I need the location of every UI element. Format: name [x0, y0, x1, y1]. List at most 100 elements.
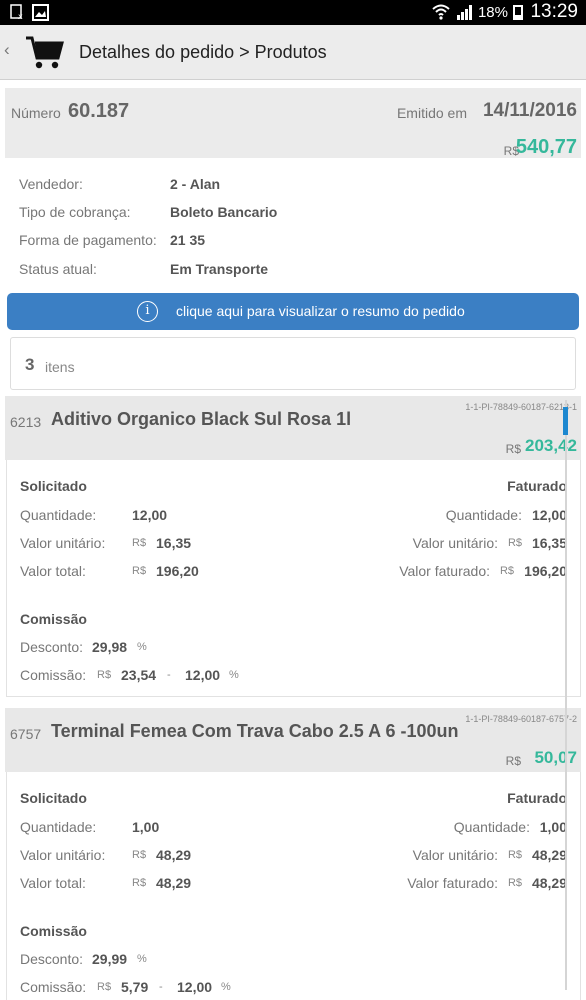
valor-unitario-faturado-value: 48,29: [531, 847, 567, 863]
solicitado-title: Solicitado: [20, 478, 87, 494]
valor-unitario-currency: R$: [132, 537, 147, 549]
product-currency: R$: [505, 442, 521, 456]
comissao-percent-sign: %: [221, 981, 231, 993]
product-currency: R$: [505, 754, 521, 768]
product-details-card: Solicitado Faturado Quantidade: 1,00 Qua…: [6, 772, 581, 1000]
product-code: 6213: [10, 414, 42, 430]
status-label: Status atual:: [19, 261, 97, 277]
forma-pagamento-label: Forma de pagamento:: [19, 232, 157, 248]
faturado-title: Faturado: [507, 478, 567, 494]
image-icon: [32, 4, 49, 24]
notification-icon: x: [10, 4, 26, 23]
wifi-icon: [432, 4, 450, 20]
product-header[interactable]: 6757 Terminal Femea Com Trava Cabo 2.5 A…: [5, 708, 581, 772]
quantidade-faturado-label: Quantidade:: [445, 507, 522, 523]
comissao-percent-value: 12,00: [185, 667, 221, 683]
valor-faturado-currency: R$: [507, 877, 522, 889]
comissao-dash: -: [167, 669, 171, 681]
product-name: Terminal Femea Com Trava Cabo 2.5 A 6 -1…: [51, 721, 459, 741]
quantidade-faturado-value: 12,00: [531, 507, 567, 523]
quantidade-label: Quantidade:: [20, 507, 97, 523]
valor-unitario-label: Valor unitário:: [20, 535, 106, 551]
battery-percent: 18%: [477, 4, 508, 21]
info-icon: i: [137, 301, 158, 322]
comissao-title: Comissão: [20, 611, 87, 627]
product-header[interactable]: 6213 Aditivo Organico Black Sul Rosa 1l …: [5, 396, 581, 460]
valor-unitario-label: Valor unitário:: [20, 847, 106, 863]
status-value: Em Transporte: [170, 261, 269, 277]
quantidade-faturado-value: 1,00: [539, 819, 567, 835]
quantidade-label: Quantidade:: [20, 819, 97, 835]
product-code: 6757: [10, 726, 42, 742]
items-label: itens: [45, 359, 75, 375]
faturado-title: Faturado: [507, 790, 567, 806]
desconto-percent: %: [137, 953, 147, 965]
order-total: 540,77: [515, 136, 577, 158]
scrollbar-track[interactable]: [565, 400, 567, 990]
comissao-currency: R$: [97, 669, 112, 681]
comissao-label: Comissão:: [20, 979, 87, 995]
vendedor-value: 2 - Alan: [170, 176, 221, 192]
valor-total-value: 196,20: [156, 563, 199, 579]
comissao-value: 5,79: [121, 979, 149, 995]
tipo-cobranca-value: Boleto Bancario: [170, 204, 278, 220]
page-title: Detalhes do pedido > Produtos: [79, 42, 327, 62]
valor-unitario-faturado-label: Valor unitário:: [412, 535, 498, 551]
valor-total-label: Valor total:: [20, 875, 86, 891]
order-details: Número 60.187 Emitido em 14/11/2016 R$ 5…: [0, 80, 586, 1000]
valor-faturado-label: Valor faturado:: [399, 563, 490, 579]
status-bar: x 18% 13:29: [0, 0, 586, 25]
shopping-cart-icon[interactable]: [24, 32, 64, 72]
valor-unitario-currency: R$: [132, 849, 147, 861]
desconto-value: 29,98: [92, 639, 128, 655]
quantidade-faturado-label: Quantidade:: [453, 819, 530, 835]
product-reference: 1-1-PI-78849-60187-6213-1: [465, 402, 577, 412]
comissao-value: 23,54: [121, 667, 157, 683]
product-details-card: Solicitado Faturado Quantidade: 12,00 Qu…: [6, 460, 581, 697]
issued-label: Emitido em: [396, 105, 467, 121]
product-reference: 1-1-PI-78849-60187-6757-2: [465, 714, 577, 724]
desconto-label: Desconto:: [20, 639, 84, 655]
desconto-percent: %: [137, 641, 147, 653]
items-count: 3: [25, 355, 35, 374]
product-name: Aditivo Organico Black Sul Rosa 1l: [51, 409, 352, 429]
forma-pagamento-value: 21 35: [170, 232, 206, 248]
valor-faturado-label: Valor faturado:: [407, 875, 498, 891]
order-number: 60.187: [68, 100, 130, 122]
solicitado-title: Solicitado: [20, 790, 87, 806]
valor-unitario-value: 48,29: [156, 847, 192, 863]
comissao-title: Comissão: [20, 923, 87, 939]
quantidade-value: 12,00: [132, 507, 168, 523]
valor-faturado-currency: R$: [499, 565, 514, 577]
valor-unitario-value: 16,35: [156, 535, 192, 551]
valor-total-currency: R$: [132, 565, 147, 577]
valor-faturado-value: 48,29: [531, 875, 567, 891]
valor-unitario-faturado-currency: R$: [507, 537, 522, 549]
order-number-label: Número: [11, 105, 61, 121]
order-header: Número 60.187 Emitido em 14/11/2016 R$ 5…: [5, 88, 581, 158]
valor-faturado-value: 196,20: [524, 563, 567, 579]
valor-unitario-faturado-label: Valor unitário:: [412, 847, 498, 863]
product-value: 203,42: [525, 436, 577, 455]
valor-total-value: 48,29: [156, 875, 192, 891]
scrollbar-thumb[interactable]: [563, 407, 568, 435]
battery-icon: [513, 5, 523, 20]
clock: 13:29: [530, 1, 578, 22]
back-chevron-icon[interactable]: ‹: [4, 40, 10, 60]
desconto-value: 29,99: [92, 951, 128, 967]
comissao-percent-sign: %: [229, 669, 239, 681]
items-count-box: 3 itens: [10, 337, 576, 390]
comissao-currency: R$: [97, 981, 112, 993]
signal-icon: [457, 5, 472, 20]
order-summary-label: clique aqui para visualizar o resumo do …: [176, 303, 465, 319]
tipo-cobranca-label: Tipo de cobrança:: [19, 204, 131, 220]
valor-unitario-faturado-value: 16,35: [531, 535, 567, 551]
valor-total-currency: R$: [132, 877, 147, 889]
issued-date: 14/11/2016: [482, 100, 577, 121]
valor-total-label: Valor total:: [20, 563, 86, 579]
order-summary-button[interactable]: i clique aqui para visualizar o resumo d…: [7, 293, 579, 330]
svg-text:x: x: [18, 12, 23, 20]
comissao-dash: -: [159, 981, 163, 993]
valor-unitario-faturado-currency: R$: [507, 849, 522, 861]
comissao-label: Comissão:: [20, 667, 87, 683]
